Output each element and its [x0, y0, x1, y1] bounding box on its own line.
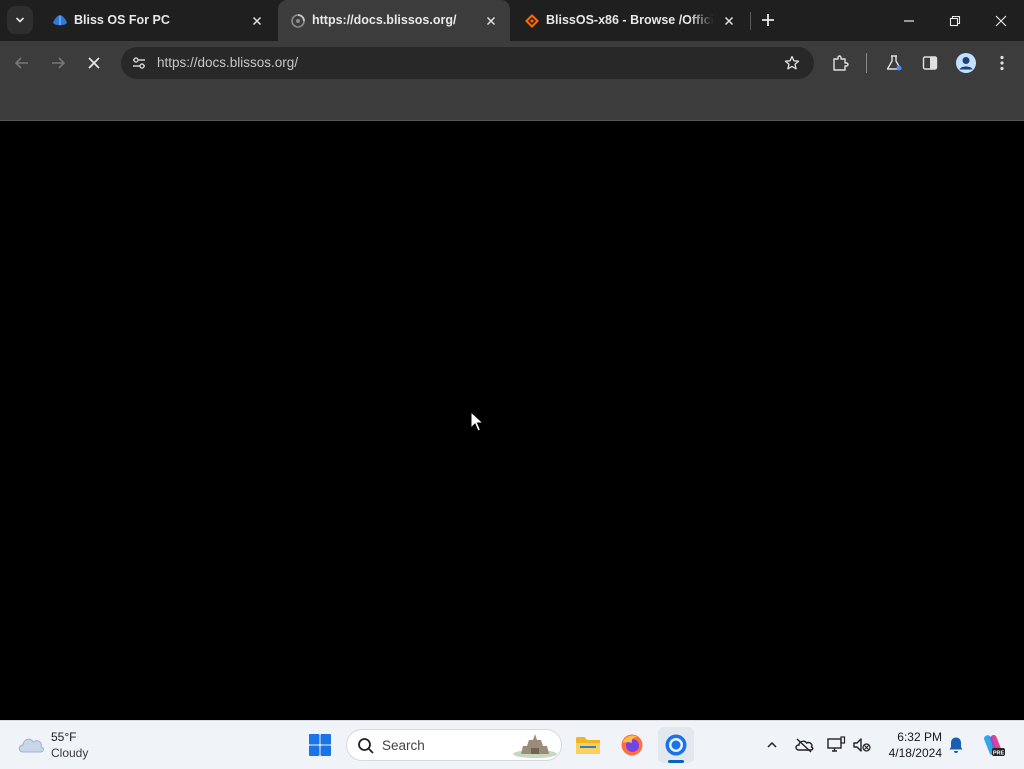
system-clock[interactable]: 6:32 PM 4/18/2024: [880, 729, 942, 761]
taskbar-search-box[interactable]: Search: [346, 729, 562, 761]
copilot-pre-icon: PRE: [984, 735, 1005, 756]
mouse-cursor-icon: [470, 411, 484, 432]
close-window-button[interactable]: [978, 0, 1024, 41]
svg-text:PRE: PRE: [993, 750, 1005, 756]
windows-taskbar: 55°F Cloudy Search 6:32 PM 4/18/2024 PRE: [0, 720, 1024, 769]
browser-toolbar: https://docs.blissos.org/: [0, 41, 1024, 85]
new-tab-button[interactable]: [756, 8, 780, 32]
weather-condition: Cloudy: [51, 746, 89, 760]
volume-tray[interactable]: [850, 733, 874, 757]
stop-icon: [88, 57, 100, 69]
weather-temperature: 55°F: [51, 730, 77, 744]
page-viewport[interactable]: [0, 121, 1024, 720]
address-bar[interactable]: https://docs.blissos.org/: [121, 47, 814, 79]
bookmark-star-icon[interactable]: [782, 53, 802, 73]
clock-time: 6:32 PM: [897, 730, 942, 744]
restore-button[interactable]: [932, 0, 978, 41]
chrome-app[interactable]: [658, 727, 694, 763]
network-tray[interactable]: [824, 733, 848, 757]
tab-docs-blissos[interactable]: https://docs.blissos.org/: [278, 0, 510, 41]
bell-icon: [949, 737, 963, 753]
start-button[interactable]: [302, 727, 338, 763]
tab-divider: [750, 12, 751, 30]
chrome-labs-icon[interactable]: [882, 51, 906, 75]
menu-kebab-icon[interactable]: [990, 51, 1014, 75]
globe-loading-icon: [290, 13, 306, 29]
tab-close-icon[interactable]: [720, 12, 738, 30]
clock-date: 4/18/2024: [888, 746, 942, 760]
cloud-offline-icon: [795, 738, 814, 753]
minimize-button[interactable]: [886, 0, 932, 41]
side-panel-icon[interactable]: [918, 51, 942, 75]
file-explorer-app[interactable]: [570, 727, 606, 763]
volume-muted-icon: [853, 738, 871, 752]
tab-sourceforge[interactable]: BlissOS-x86 - Browse /Official/: [512, 0, 748, 41]
profile-avatar-icon[interactable]: [954, 51, 978, 75]
active-app-indicator: [668, 760, 684, 763]
tab-title: https://docs.blissos.org/: [312, 13, 457, 27]
arrow-right-icon: [52, 57, 66, 69]
windows-logo-icon: [309, 734, 331, 756]
tab-bliss-os[interactable]: Bliss OS For PC: [40, 0, 276, 41]
tab-close-icon[interactable]: [248, 12, 266, 30]
plus-icon: [762, 14, 774, 26]
arrow-left-icon: [14, 57, 28, 69]
close-icon: [995, 15, 1007, 26]
back-button[interactable]: [8, 49, 36, 77]
network-icon: [827, 736, 846, 752]
search-placeholder: Search: [382, 738, 425, 753]
cloud-icon: [18, 738, 44, 753]
firefox-icon: [621, 734, 643, 756]
copilot-button[interactable]: PRE: [978, 733, 1008, 757]
weather-widget[interactable]: 55°F Cloudy: [16, 729, 106, 761]
tab-strip: Bliss OS For PC https://docs.blissos.org…: [0, 0, 1024, 41]
minimize-icon: [904, 19, 914, 22]
onedrive-tray[interactable]: [792, 733, 816, 757]
show-hidden-icons-button[interactable]: [760, 733, 784, 757]
toolbar-divider: [866, 53, 867, 73]
site-settings-icon[interactable]: [129, 53, 149, 73]
bliss-leaf-icon: [52, 13, 68, 29]
bookmarks-bar: [0, 85, 1024, 121]
tab-title: BlissOS-x86 - Browse /Official/: [546, 13, 714, 27]
chevron-up-icon: [767, 741, 777, 748]
folder-icon: [576, 737, 600, 754]
firefox-app[interactable]: [614, 727, 650, 763]
url-text[interactable]: https://docs.blissos.org/: [157, 55, 298, 71]
restore-icon: [949, 15, 961, 26]
forward-button[interactable]: [44, 49, 72, 77]
notifications-button[interactable]: [944, 733, 968, 757]
stop-loading-button[interactable]: [80, 49, 108, 77]
search-icon: [358, 738, 374, 754]
extensions-icon[interactable]: [828, 51, 852, 75]
sourceforge-icon: [524, 13, 540, 29]
search-highlight-castle-icon: [513, 734, 557, 758]
tab-search-button[interactable]: [7, 6, 33, 34]
tab-close-icon[interactable]: [482, 12, 500, 30]
tab-title: Bliss OS For PC: [74, 13, 170, 27]
chrome-icon: [665, 734, 687, 756]
chevron-down-icon: [15, 17, 25, 23]
